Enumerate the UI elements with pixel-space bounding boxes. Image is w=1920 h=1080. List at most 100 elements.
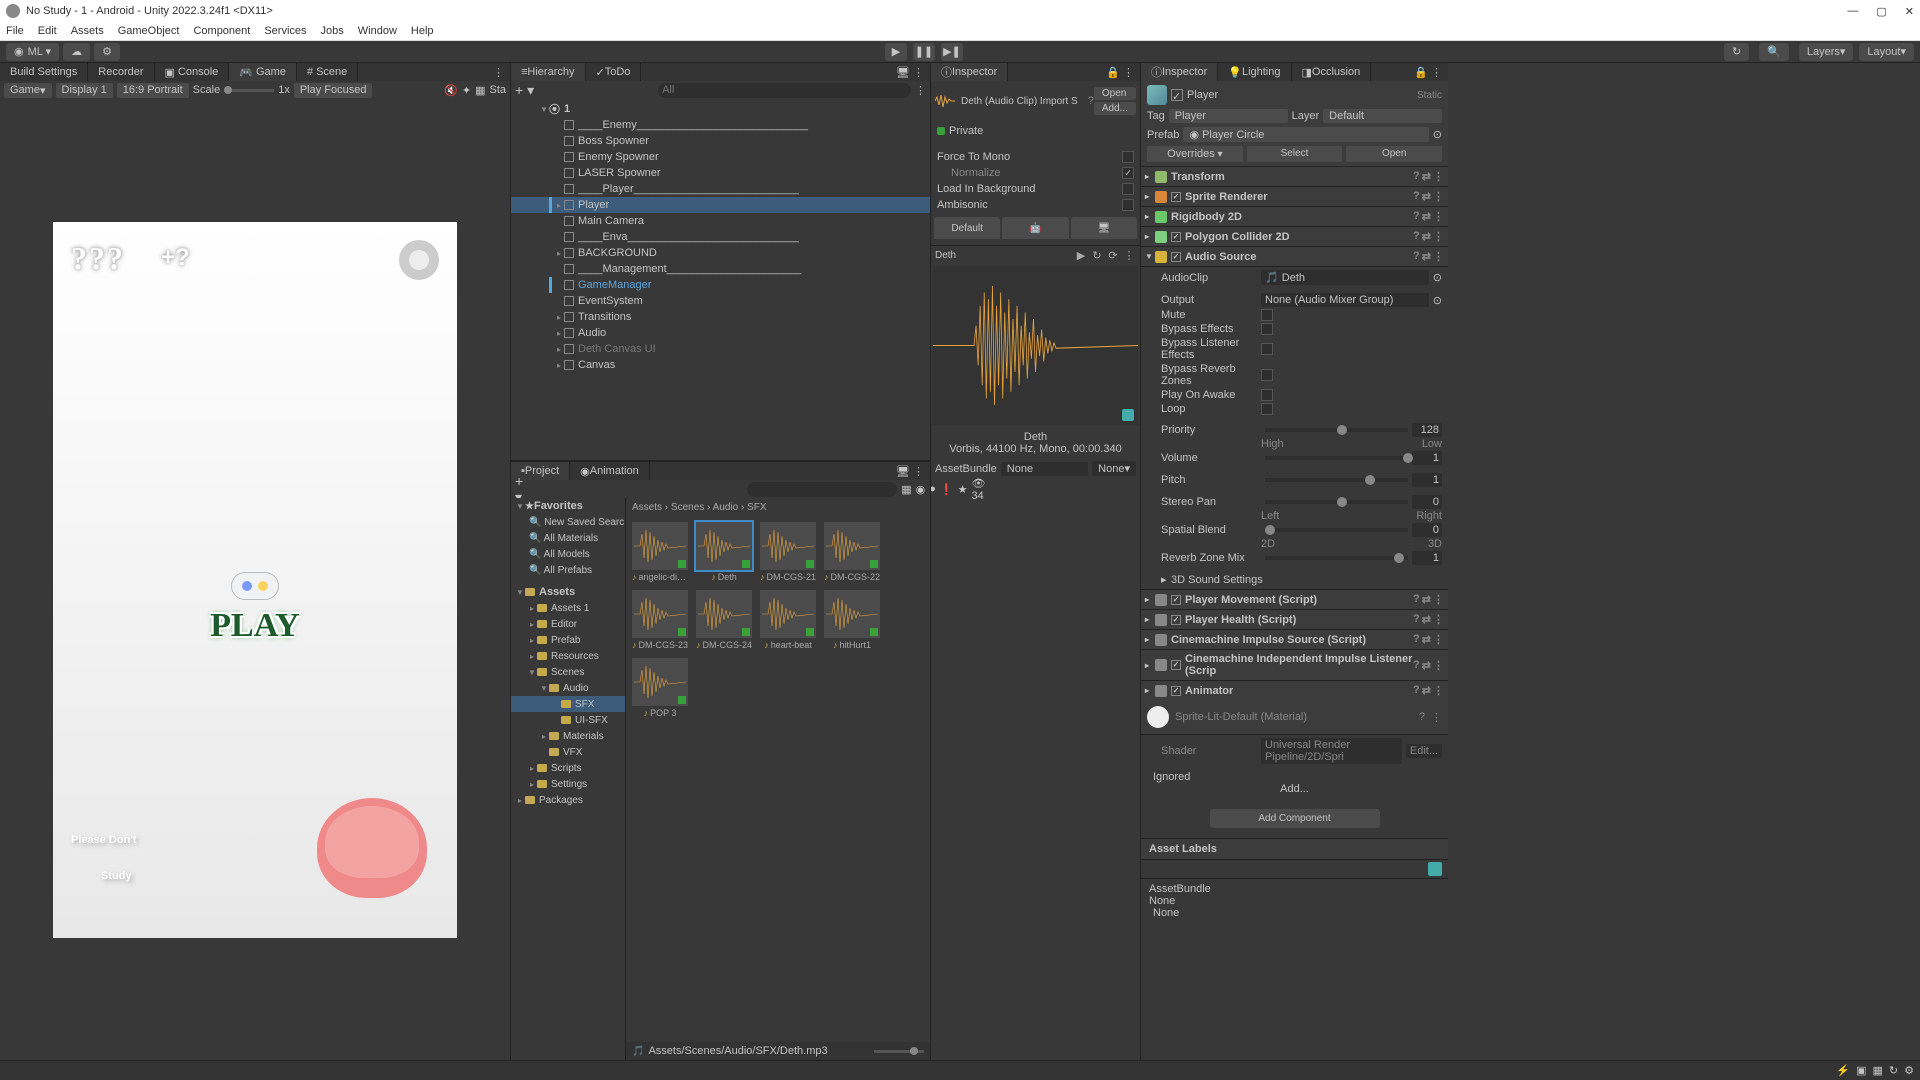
- proj-icon1[interactable]: ▦: [901, 483, 911, 496]
- object-name[interactable]: [1187, 89, 1413, 101]
- component-header[interactable]: ▸Player Movement (Script)? ⇄ ⋮: [1141, 590, 1448, 609]
- volume-slider[interactable]: [1265, 456, 1408, 460]
- normalize-check[interactable]: [1122, 167, 1134, 179]
- fav-item[interactable]: 🔍 New Saved Searc: [511, 514, 625, 530]
- hierarchy-dots[interactable]: ⋮: [915, 84, 926, 97]
- component-enable[interactable]: [1171, 192, 1181, 202]
- hierarchy-item[interactable]: ____Enemy____________________________: [511, 117, 930, 133]
- add-material-button[interactable]: Add...: [1149, 783, 1440, 795]
- menu-gameobject[interactable]: GameObject: [118, 25, 180, 37]
- edit-shader[interactable]: Edit...: [1406, 744, 1442, 758]
- layers-dropdown[interactable]: Layers ▾: [1799, 43, 1854, 61]
- playfocused-drop[interactable]: Play Focused: [294, 83, 373, 98]
- gameobject-icon[interactable]: [1147, 85, 1167, 105]
- hierarchy-item[interactable]: LASER Spowner: [511, 165, 930, 181]
- mute-check[interactable]: [1261, 309, 1273, 321]
- scene-root[interactable]: ▼ ⦿ 1: [511, 101, 930, 117]
- insp-ab-dropdown[interactable]: None: [1149, 895, 1440, 907]
- asset-item[interactable]: ♪DM-CGS-23: [632, 590, 688, 650]
- component-header[interactable]: ▸Animator? ⇄ ⋮: [1141, 681, 1448, 700]
- component-header[interactable]: ▸Rigidbody 2D? ⇄ ⋮: [1141, 207, 1448, 226]
- project-folder[interactable]: ▸Prefab: [511, 632, 625, 648]
- add-component-button[interactable]: Add Component: [1210, 809, 1380, 828]
- output-picker[interactable]: ⊙: [1433, 294, 1442, 307]
- platform-standalone[interactable]: 🖥: [1071, 217, 1137, 239]
- tab-occlusion[interactable]: ◨ Occlusion: [1292, 63, 1372, 81]
- hierarchy-item[interactable]: GameManager: [511, 277, 930, 293]
- project-folder[interactable]: UI-SFX: [511, 712, 625, 728]
- asset-item[interactable]: ♪DM-CGS-24: [696, 590, 752, 650]
- hierarchy-item[interactable]: ____Management______________________: [511, 261, 930, 277]
- hierarchy-item[interactable]: Main Camera: [511, 213, 930, 229]
- proj-icon2[interactable]: ◉: [916, 483, 926, 496]
- component-header[interactable]: ▸Sprite Renderer? ⇄ ⋮: [1141, 187, 1448, 206]
- 3d-settings[interactable]: 3D Sound Settings: [1171, 574, 1263, 586]
- menu-services[interactable]: Services: [264, 25, 306, 37]
- add-button[interactable]: Add...: [1094, 102, 1136, 115]
- hierarchy-item[interactable]: ▸Deth Canvas UI: [511, 341, 930, 357]
- asset-item[interactable]: ♪POP 3: [632, 658, 688, 718]
- prefab-find[interactable]: ⊙: [1433, 128, 1442, 141]
- tab-recorder[interactable]: Recorder: [88, 63, 154, 81]
- component-header[interactable]: ▸Polygon Collider 2D? ⇄ ⋮: [1141, 227, 1448, 246]
- priority-slider[interactable]: [1265, 428, 1408, 432]
- component-header[interactable]: ▸Cinemachine Independent Impulse Listene…: [1141, 650, 1448, 680]
- inspector2-menu[interactable]: 🔒 ⋮: [1408, 66, 1448, 79]
- tab-game[interactable]: 🎮 Game: [229, 63, 297, 81]
- component-enable[interactable]: [1171, 686, 1181, 696]
- status-icon1[interactable]: ⚡: [1836, 1064, 1850, 1077]
- maximize-button[interactable]: ▢: [1876, 5, 1886, 18]
- project-folder[interactable]: ▸Editor: [511, 616, 625, 632]
- grid-size-slider[interactable]: [874, 1050, 924, 1053]
- component-enable[interactable]: [1171, 595, 1181, 605]
- project-folder[interactable]: ▸Scripts: [511, 760, 625, 776]
- asset-item[interactable]: ♪hitHurt1: [824, 590, 880, 650]
- favorites-header[interactable]: ▼★ Favorites: [511, 498, 625, 514]
- step-button[interactable]: ▶❚: [941, 43, 963, 61]
- component-enable[interactable]: [1171, 252, 1181, 262]
- overrides-dropdown[interactable]: Overrides ▾: [1147, 146, 1243, 162]
- component-enable[interactable]: [1171, 660, 1181, 670]
- menu-file[interactable]: File: [6, 25, 24, 37]
- close-button[interactable]: ✕: [1905, 5, 1914, 18]
- pitch-value[interactable]: 1: [1412, 473, 1442, 487]
- bypassrz-check[interactable]: [1261, 369, 1273, 381]
- output-field[interactable]: None (Audio Mixer Group): [1261, 293, 1429, 307]
- hierarchy-item[interactable]: Enemy Spowner: [511, 149, 930, 165]
- static-label[interactable]: Static: [1417, 90, 1442, 101]
- volume-value[interactable]: 1: [1412, 451, 1442, 465]
- project-menu-icon[interactable]: 🖥 ⋮: [890, 465, 930, 478]
- pause-button[interactable]: ❚❚: [913, 43, 935, 61]
- pitch-slider[interactable]: [1265, 478, 1408, 482]
- mute-icon[interactable]: 🔇: [444, 84, 458, 97]
- tab-console[interactable]: ▣ Console: [155, 63, 230, 81]
- loadbg-check[interactable]: [1122, 183, 1134, 195]
- aspect-drop[interactable]: 16:9 Portrait: [117, 83, 189, 98]
- hierarchy-search[interactable]: [658, 83, 911, 98]
- hierarchy-item[interactable]: ▸Canvas: [511, 357, 930, 373]
- component-header[interactable]: ▸Player Health (Script)? ⇄ ⋮: [1141, 610, 1448, 629]
- force-mono-check[interactable]: [1122, 151, 1134, 163]
- stats-icon[interactable]: ✦: [462, 84, 471, 97]
- preview-menu[interactable]: ⋮: [1122, 248, 1136, 262]
- display-drop[interactable]: Display 1: [56, 83, 113, 98]
- asset-item[interactable]: ♪DM-CGS-22: [824, 522, 880, 582]
- active-checkbox[interactable]: ✓: [1171, 89, 1183, 101]
- project-folder[interactable]: ▸Resources: [511, 648, 625, 664]
- layout-dropdown[interactable]: Layout ▾: [1859, 43, 1914, 61]
- tab-lighting[interactable]: 💡 Lighting: [1218, 63, 1291, 81]
- project-folder[interactable]: ▸Assets 1: [511, 600, 625, 616]
- tab-hierarchy[interactable]: ≡ Hierarchy: [511, 63, 586, 81]
- preview-loop[interactable]: ↻: [1090, 248, 1104, 262]
- bypasslfx-check[interactable]: [1261, 343, 1273, 355]
- fav-item[interactable]: 🔍 All Materials: [511, 530, 625, 546]
- menu-help[interactable]: Help: [411, 25, 434, 37]
- reverb-slider[interactable]: [1265, 556, 1408, 560]
- assets-header[interactable]: ▼Assets: [511, 584, 625, 600]
- hierarchy-item[interactable]: ____Player___________________________: [511, 181, 930, 197]
- preview-tag-icon[interactable]: [1122, 409, 1134, 421]
- account-dropdown[interactable]: ◉ ML ▾: [6, 43, 59, 61]
- minimize-button[interactable]: —: [1847, 5, 1858, 18]
- spatial-value[interactable]: 0: [1412, 523, 1442, 537]
- ab-variant[interactable]: None▾: [1092, 461, 1136, 476]
